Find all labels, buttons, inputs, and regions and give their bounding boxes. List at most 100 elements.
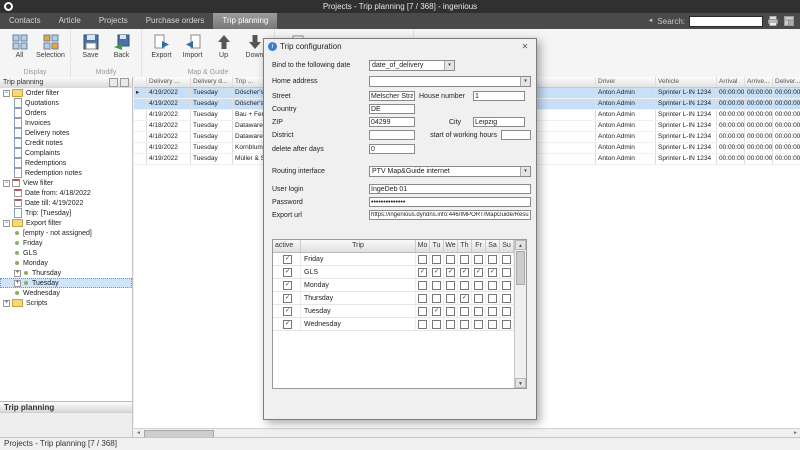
- active-checkbox[interactable]: ✓: [283, 320, 292, 329]
- password-field[interactable]: [369, 197, 531, 207]
- tree-item-invoices[interactable]: Invoices: [0, 118, 132, 128]
- delete-after-days-field[interactable]: [369, 144, 415, 154]
- day-checkbox-sa[interactable]: [488, 307, 497, 316]
- dialog-title-bar[interactable]: i Trip configuration ✕: [264, 39, 536, 54]
- day-checkbox-tu[interactable]: [432, 255, 441, 264]
- day-checkbox-su[interactable]: [502, 255, 511, 264]
- day-checkbox-we[interactable]: [446, 281, 455, 290]
- trip-row-friday[interactable]: ✓ Friday: [273, 253, 526, 266]
- tree-item-scripts[interactable]: +Scripts: [0, 298, 132, 308]
- column-header-deliver[interactable]: Deliver...: [773, 77, 800, 87]
- collapse-search-icon[interactable]: ◄: [647, 18, 653, 24]
- day-checkbox-fr[interactable]: [474, 294, 483, 303]
- routing-interface-select[interactable]: PTV Map&Guide internet ▾: [369, 166, 531, 177]
- trip-row-gls[interactable]: ✓ GLS ✓ ✓ ✓ ✓ ✓ ✓: [273, 266, 526, 279]
- tab-projects[interactable]: Projects: [90, 13, 137, 29]
- layout-icon[interactable]: [783, 15, 795, 27]
- day-checkbox-mo[interactable]: [418, 320, 427, 329]
- expander-icon[interactable]: −: [3, 90, 10, 97]
- day-checkbox-sa[interactable]: ✓: [488, 268, 497, 277]
- column-header[interactable]: [134, 77, 147, 87]
- tree-item-quotations[interactable]: Quotations: [0, 98, 132, 108]
- tree-item-wednesday[interactable]: Wednesday: [0, 288, 132, 298]
- active-checkbox[interactable]: ✓: [283, 255, 292, 264]
- selection-button[interactable]: Selection: [35, 31, 66, 59]
- home-address-select[interactable]: ▾: [369, 76, 531, 87]
- day-checkbox-mo[interactable]: [418, 281, 427, 290]
- street-field[interactable]: [369, 91, 415, 101]
- search-input[interactable]: [689, 16, 763, 27]
- district-field[interactable]: [369, 130, 415, 140]
- tree-item-order-filter[interactable]: −Order filter: [0, 88, 132, 98]
- trip-row-wednesday[interactable]: ✓ Wednesday: [273, 318, 526, 331]
- house-number-field[interactable]: [473, 91, 525, 101]
- up-button[interactable]: Up: [208, 31, 239, 59]
- tab-contacts[interactable]: Contacts: [0, 13, 50, 29]
- day-checkbox-su[interactable]: [502, 320, 511, 329]
- column-header-arrive[interactable]: Arrive...: [745, 77, 773, 87]
- scroll-left-icon[interactable]: ◄: [134, 429, 143, 437]
- day-checkbox-fr[interactable]: [474, 255, 483, 264]
- active-checkbox[interactable]: ✓: [283, 307, 292, 316]
- tree-item-tuesday[interactable]: +Tuesday: [0, 278, 132, 288]
- day-checkbox-su[interactable]: [502, 307, 511, 316]
- expander-icon[interactable]: −: [3, 220, 10, 227]
- chevron-down-icon[interactable]: ▾: [520, 167, 530, 176]
- active-checkbox[interactable]: ✓: [283, 268, 292, 277]
- day-checkbox-su[interactable]: [502, 294, 511, 303]
- day-checkbox-tu[interactable]: [432, 320, 441, 329]
- day-checkbox-tu[interactable]: [432, 281, 441, 290]
- day-checkbox-th[interactable]: [460, 307, 469, 316]
- tree-item-redemption-notes[interactable]: Redemption notes: [0, 168, 132, 178]
- expander-icon[interactable]: +: [14, 280, 21, 287]
- tree-item-monday[interactable]: Monday: [0, 258, 132, 268]
- day-checkbox-tu[interactable]: ✓: [432, 268, 441, 277]
- day-checkbox-su[interactable]: [502, 281, 511, 290]
- tree-item-trip-tuesday[interactable]: Trip: [Tuesday]: [0, 208, 132, 218]
- day-checkbox-th[interactable]: ✓: [460, 268, 469, 277]
- expander-icon[interactable]: +: [3, 300, 10, 307]
- tree-item-friday[interactable]: Friday: [0, 238, 132, 248]
- tree-item-complaints[interactable]: Complaints: [0, 148, 132, 158]
- column-header-arrival[interactable]: Arrival: [717, 77, 745, 87]
- trip-row-thursday[interactable]: ✓ Thursday ✓: [273, 292, 526, 305]
- dialog-table-scrollbar[interactable]: ▲ ▼: [514, 240, 526, 388]
- working-hours-field[interactable]: [501, 130, 531, 140]
- day-checkbox-th[interactable]: [460, 281, 469, 290]
- column-header-vehicle[interactable]: Vehicle: [656, 77, 717, 87]
- export-url-field[interactable]: [369, 210, 531, 220]
- horizontal-scrollbar[interactable]: ◄ ►: [134, 428, 800, 437]
- scroll-down-icon[interactable]: ▼: [515, 378, 526, 388]
- day-checkbox-mo[interactable]: ✓: [418, 268, 427, 277]
- trip-row-tuesday[interactable]: ✓ Tuesday ✓: [273, 305, 526, 318]
- scroll-up-icon[interactable]: ▲: [515, 240, 526, 250]
- back-button[interactable]: Back: [106, 31, 137, 59]
- day-checkbox-th[interactable]: ✓: [460, 294, 469, 303]
- day-checkbox-su[interactable]: [502, 268, 511, 277]
- tree-item-date-till[interactable]: Date till: 4/19/2022: [0, 198, 132, 208]
- column-header-delivery[interactable]: Delivery ...: [147, 77, 191, 87]
- day-checkbox-sa[interactable]: [488, 281, 497, 290]
- day-checkbox-we[interactable]: ✓: [446, 268, 455, 277]
- all-button[interactable]: All: [4, 31, 35, 59]
- day-checkbox-we[interactable]: [446, 320, 455, 329]
- day-checkbox-fr[interactable]: [474, 281, 483, 290]
- tree-item-date-from[interactable]: Date from: 4/18/2022: [0, 188, 132, 198]
- pin-icon[interactable]: [109, 78, 118, 87]
- country-field[interactable]: [369, 104, 415, 114]
- user-login-field[interactable]: [369, 184, 531, 194]
- day-checkbox-sa[interactable]: [488, 320, 497, 329]
- day-checkbox-fr[interactable]: [474, 320, 483, 329]
- day-checkbox-tu[interactable]: ✓: [432, 307, 441, 316]
- tree-item-redemptions[interactable]: Redemptions: [0, 158, 132, 168]
- tab-trip-planning[interactable]: Trip planning: [213, 13, 277, 29]
- day-checkbox-mo[interactable]: [418, 307, 427, 316]
- collapse-panel-icon[interactable]: [120, 78, 129, 87]
- active-checkbox[interactable]: ✓: [283, 294, 292, 303]
- day-checkbox-tu[interactable]: [432, 294, 441, 303]
- day-checkbox-fr[interactable]: ✓: [474, 268, 483, 277]
- save-button[interactable]: Save: [75, 31, 106, 59]
- tab-purchase-orders[interactable]: Purchase orders: [137, 13, 214, 29]
- day-checkbox-fr[interactable]: [474, 307, 483, 316]
- active-checkbox[interactable]: ✓: [283, 281, 292, 290]
